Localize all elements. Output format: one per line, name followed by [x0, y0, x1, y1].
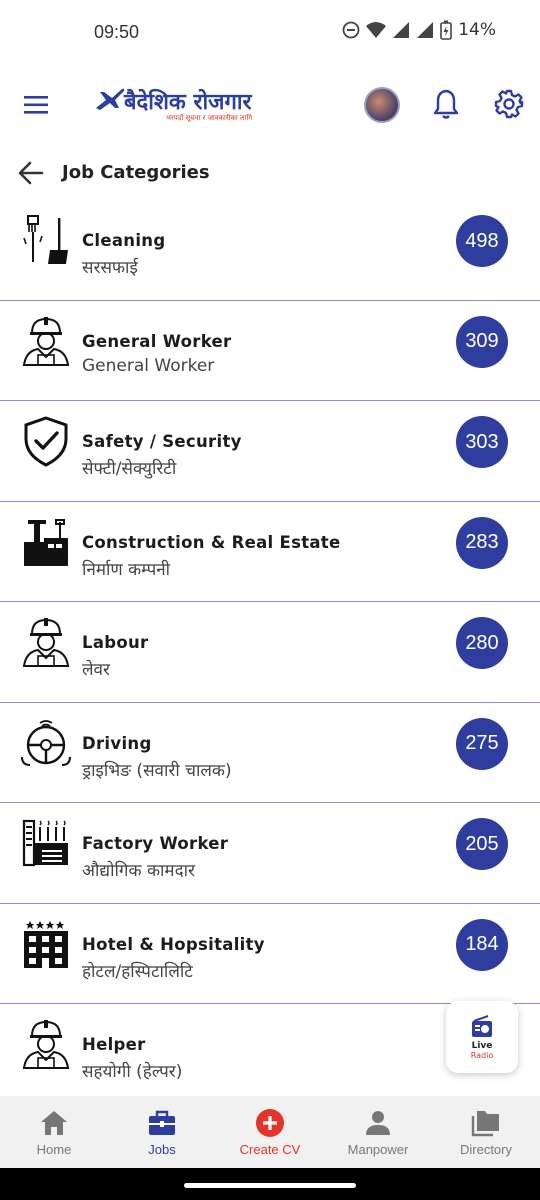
notification-bell-icon[interactable] — [432, 88, 460, 120]
job-count-badge: 275 — [456, 717, 508, 770]
list-item[interactable]: General Worker General Worker 309 — [0, 300, 540, 401]
nav-label: Jobs — [148, 1142, 176, 1157]
back-arrow-icon[interactable] — [18, 160, 44, 186]
app-logo: बैदेशिक रोजगार भरपर्दो सूचना र जानकारीका… — [94, 84, 280, 128]
title-bar: Job Categories — [0, 144, 540, 200]
list-item[interactable]: Construction & Real Estate निर्माण कम्पन… — [0, 501, 540, 602]
category-name: Construction & Real Estate — [82, 532, 341, 552]
worker-icon — [22, 1020, 70, 1069]
do-not-disturb-icon — [342, 21, 360, 39]
worker-icon — [22, 316, 70, 366]
cleaning-icon — [23, 215, 68, 264]
list-item[interactable]: Cleaning सरसफाई 498 — [0, 200, 540, 301]
shield-icon — [24, 416, 68, 467]
nav-label: Home — [36, 1142, 72, 1157]
logo-tagline: भरपर्दो सूचना र जानकारीका लागि — [166, 114, 253, 122]
category-subtitle: लेवर — [82, 660, 110, 680]
battery-level: 14% — [458, 20, 496, 40]
nav-directory[interactable]: Directory — [432, 1096, 540, 1168]
signal-icon-2 — [417, 22, 434, 38]
category-list: Cleaning सरसफाई 498 General Worker Gener… — [0, 200, 540, 1096]
status-time: 09:50 — [94, 22, 140, 42]
job-count-badge: 309 — [456, 315, 508, 368]
list-item[interactable]: Driving ड्राइभिङ (सवारी चालक) 275 — [0, 702, 540, 803]
job-count-badge: 184 — [456, 918, 508, 971]
live-label: Live — [471, 1040, 493, 1051]
nav-manpower[interactable]: Manpower — [324, 1096, 432, 1168]
page-title: Job Categories — [62, 162, 210, 183]
job-count-badge: 303 — [456, 416, 508, 468]
signal-icon — [393, 22, 410, 38]
list-item[interactable]: Safety / Security सेफ्टी/सेक्युरिटी 303 — [0, 401, 540, 502]
job-count-badge: 498 — [456, 215, 508, 267]
live-radio-button[interactable]: Live Radio — [446, 1001, 518, 1073]
status-bar: 09:50 14% — [0, 0, 540, 68]
list-item[interactable]: Hotel & Hopsitality होटल/हस्पिटालिटि 184 — [0, 903, 540, 1004]
logo-text: बैदेशिक रोजगार — [124, 90, 252, 115]
airplane-icon — [96, 88, 125, 110]
plus-circle-icon — [256, 1109, 284, 1137]
folders-icon — [471, 1111, 499, 1137]
person-icon — [366, 1111, 390, 1135]
nav-home[interactable]: Home — [0, 1096, 108, 1168]
category-subtitle: ड्राइभिङ (सवारी चालक) — [82, 760, 232, 781]
category-subtitle: General Worker — [82, 355, 215, 376]
radio-icon — [472, 1014, 492, 1037]
construction-icon — [24, 518, 68, 566]
nav-label: Manpower — [347, 1142, 409, 1157]
category-name: General Worker — [82, 331, 232, 351]
worker-icon — [22, 618, 70, 667]
steering-wheel-icon — [21, 719, 71, 766]
settings-gear-icon[interactable] — [494, 89, 524, 119]
hotel-icon — [24, 920, 68, 968]
gesture-bar — [0, 1168, 540, 1200]
home-gesture-handle[interactable] — [184, 1183, 356, 1188]
bottom-nav: Home Jobs Create CV Manpower Directory — [0, 1096, 540, 1168]
nav-jobs[interactable]: Jobs — [108, 1096, 216, 1168]
briefcase-icon — [149, 1110, 175, 1135]
category-subtitle: सेफ्टी/सेक्युरिटी — [82, 459, 177, 479]
job-count-badge: 280 — [456, 617, 508, 669]
job-count-badge: 205 — [456, 818, 508, 870]
avatar[interactable] — [364, 87, 400, 123]
category-subtitle: सहयोगी (हेल्पर) — [82, 1062, 183, 1082]
nav-label: Create CV — [239, 1142, 301, 1157]
list-item[interactable]: Factory Worker औद्योगिक कामदार 205 — [0, 803, 540, 904]
nav-create-cv[interactable]: Create CV — [216, 1096, 324, 1168]
radio-label: Radio — [470, 1050, 494, 1060]
category-subtitle: निर्माण कम्पनी — [82, 559, 171, 580]
category-name: Cleaning — [82, 231, 166, 250]
category-subtitle: होटल/हस्पिटालिटि — [82, 961, 193, 982]
list-item[interactable]: Labour लेवर 280 — [0, 602, 540, 703]
category-name: Factory Worker — [82, 834, 229, 853]
job-count-badge: 283 — [456, 516, 508, 569]
factory-icon — [22, 819, 68, 867]
menu-icon[interactable] — [24, 94, 50, 116]
category-name: Driving — [82, 733, 152, 753]
battery-icon — [440, 20, 453, 40]
category-subtitle: औद्योगिक कामदार — [82, 861, 195, 881]
wifi-icon — [366, 22, 387, 38]
app-header: बैदेशिक रोजगार भरपर्दो सूचना र जानकारीका… — [0, 68, 540, 144]
category-name: Hotel & Hopsitality — [82, 934, 265, 954]
category-name: Helper — [82, 1035, 146, 1054]
category-name: Safety / Security — [82, 432, 242, 451]
category-name: Labour — [82, 633, 149, 652]
home-icon — [41, 1111, 67, 1135]
nav-label: Directory — [459, 1142, 512, 1157]
category-subtitle: सरसफाई — [82, 258, 138, 278]
